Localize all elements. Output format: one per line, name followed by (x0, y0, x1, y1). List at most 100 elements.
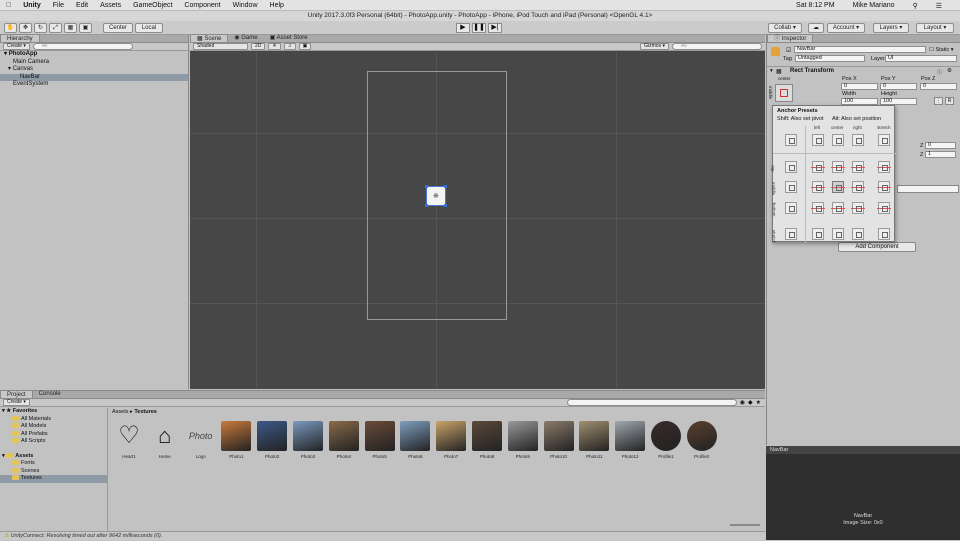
asset-item-logo[interactable]: Photo Logo (184, 421, 218, 459)
resize-handle[interactable] (444, 185, 447, 188)
folder-item[interactable]: Scenes (0, 468, 107, 476)
z-field-1[interactable]: 0 (925, 142, 956, 149)
navbar-object[interactable]: ❋ (425, 185, 447, 207)
preset-left[interactable] (812, 134, 824, 146)
preset-vstretch-right[interactable] (852, 228, 864, 240)
favorites-header[interactable]: ▾ ★ Favorites (0, 408, 107, 416)
asset-item-photo10[interactable]: Photo10 (542, 421, 576, 459)
preset-top-stretch[interactable] (877, 161, 891, 173)
raw-edit-button[interactable]: R (945, 97, 954, 105)
filter-label-icon[interactable]: ◆ (748, 399, 753, 406)
asset-item-photo11[interactable]: Photo11 (577, 421, 611, 459)
menu-app[interactable]: Unity (23, 2, 41, 9)
width-field[interactable]: 100 (841, 98, 878, 105)
posx-field[interactable]: 0 (841, 83, 878, 90)
preset-bottom[interactable] (785, 202, 797, 214)
pivot-local-button[interactable]: Local (135, 23, 163, 33)
preset-top-center[interactable] (831, 161, 845, 173)
anchor-preset-button[interactable] (775, 84, 793, 102)
tab-game[interactable]: ◉ Game (228, 34, 263, 42)
hierarchy-search-input[interactable]: All (32, 43, 133, 50)
preset-top-left[interactable] (811, 161, 825, 173)
project-search-input[interactable] (566, 399, 737, 406)
hierarchy-item-scene[interactable]: ▾ PhotoApp (0, 51, 188, 59)
preset-right[interactable] (852, 134, 864, 146)
preset-vstretch[interactable] (785, 228, 797, 240)
user-name[interactable]: Mike Mariano (853, 2, 895, 9)
play-icon[interactable]: ▶ (456, 23, 470, 33)
favorite-item[interactable]: All Prefabs (0, 431, 107, 439)
2d-toggle[interactable]: 2D (251, 43, 266, 50)
breadcrumb-current[interactable]: Textures (134, 409, 157, 415)
resize-handle[interactable] (425, 185, 428, 188)
apple-icon[interactable]:  (6, 2, 11, 9)
breadcrumb-root[interactable]: Assets (112, 409, 129, 415)
favorite-star-icon[interactable]: ★ (756, 399, 761, 406)
object-name-field[interactable]: NavBar (794, 46, 926, 53)
resize-handle[interactable] (425, 204, 428, 207)
posy-field[interactable]: 0 (880, 83, 917, 90)
rect-tool-icon[interactable]: ▦ (64, 23, 77, 33)
preset-middle-center[interactable] (831, 181, 845, 193)
preset-middle[interactable] (785, 181, 797, 193)
color-field[interactable] (897, 185, 959, 193)
foldout-icon[interactable]: ▾ (770, 68, 773, 74)
asset-item-home[interactable]: ⌂ Home (148, 421, 182, 459)
hand-tool-icon[interactable]: ✋ (4, 23, 17, 33)
resize-handle[interactable] (444, 204, 447, 207)
asset-item-photo6[interactable]: Photo6 (398, 421, 432, 459)
preset-bottom-left[interactable] (811, 202, 825, 214)
pivot-icon[interactable]: ❋ (433, 192, 439, 200)
gizmos-dropdown[interactable]: Gizmos ▾ (640, 43, 669, 50)
asset-item-photo5[interactable]: Photo5 (363, 421, 397, 459)
asset-item-photo7[interactable]: Photo7 (434, 421, 468, 459)
tag-dropdown[interactable]: Untagged (795, 55, 865, 62)
preset-middle-stretch[interactable] (877, 181, 891, 193)
menu-assets[interactable]: Assets (100, 2, 121, 9)
transform-tool-icon[interactable]: ▣ (79, 23, 92, 33)
effects-icon[interactable]: ▣ (298, 43, 312, 50)
project-create-button[interactable]: Create ▾ (3, 399, 30, 406)
filter-type-icon[interactable]: ◉ (740, 399, 745, 406)
tab-project[interactable]: Project (0, 390, 33, 398)
pause-icon[interactable]: ❚❚ (472, 23, 486, 33)
preset-bottom-stretch[interactable] (877, 202, 891, 214)
clock[interactable]: Sat 8:12 PM (796, 2, 835, 9)
menu-list-icon[interactable]: ☰ (936, 2, 942, 10)
menu-help[interactable]: Help (270, 2, 284, 9)
preset-middle-left[interactable] (811, 181, 825, 193)
menu-file[interactable]: File (53, 2, 64, 9)
asset-item-photo9[interactable]: Photo9 (506, 421, 540, 459)
help-icon[interactable]: ⓘ (937, 68, 943, 76)
preset-stretch[interactable] (878, 134, 890, 146)
audio-icon[interactable]: ♫ (283, 43, 296, 50)
step-icon[interactable]: ▶| (488, 23, 502, 33)
hierarchy-item-navbar[interactable]: NavBar (0, 73, 188, 81)
shading-mode-dropdown[interactable]: Shaded (193, 43, 248, 50)
blueprint-mode-button[interactable]: ⋮ (934, 97, 943, 105)
menu-gameobject[interactable]: GameObject (133, 2, 172, 9)
z-field-2[interactable]: 1 (925, 151, 956, 158)
preset-vstretch-left[interactable] (812, 228, 824, 240)
pivot-center-button[interactable]: Center (103, 23, 133, 33)
hierarchy-item-main-camera[interactable]: Main Camera (0, 59, 188, 67)
asset-item-profile1[interactable]: Profile1 (649, 421, 683, 459)
menu-edit[interactable]: Edit (76, 2, 88, 9)
hierarchy-item-canvas[interactable]: ▾ Canvas (0, 66, 188, 74)
layout-button[interactable]: Layout ▾ (916, 23, 954, 33)
asset-item-photo3[interactable]: Photo3 (291, 421, 325, 459)
scene-search-input[interactable]: All (672, 43, 762, 50)
menu-window[interactable]: Window (233, 2, 258, 9)
preset-middle-right[interactable] (851, 181, 865, 193)
preset-bottom-right[interactable] (851, 202, 865, 214)
account-button[interactable]: Account ▾ (827, 23, 865, 33)
asset-item-photo8[interactable]: Photo8 (470, 421, 504, 459)
preset-bottom-center[interactable] (831, 202, 845, 214)
folder-item-selected[interactable]: Textures (0, 475, 107, 483)
add-component-button[interactable]: Add Component (838, 242, 916, 252)
thumbnail-size-slider[interactable] (730, 524, 760, 526)
collab-button[interactable]: Collab ▾ (768, 23, 802, 33)
asset-item-heart1[interactable]: ♡ Heart1 (112, 421, 146, 459)
asset-item-photo2[interactable]: Photo2 (255, 421, 289, 459)
preset-top-right[interactable] (851, 161, 865, 173)
